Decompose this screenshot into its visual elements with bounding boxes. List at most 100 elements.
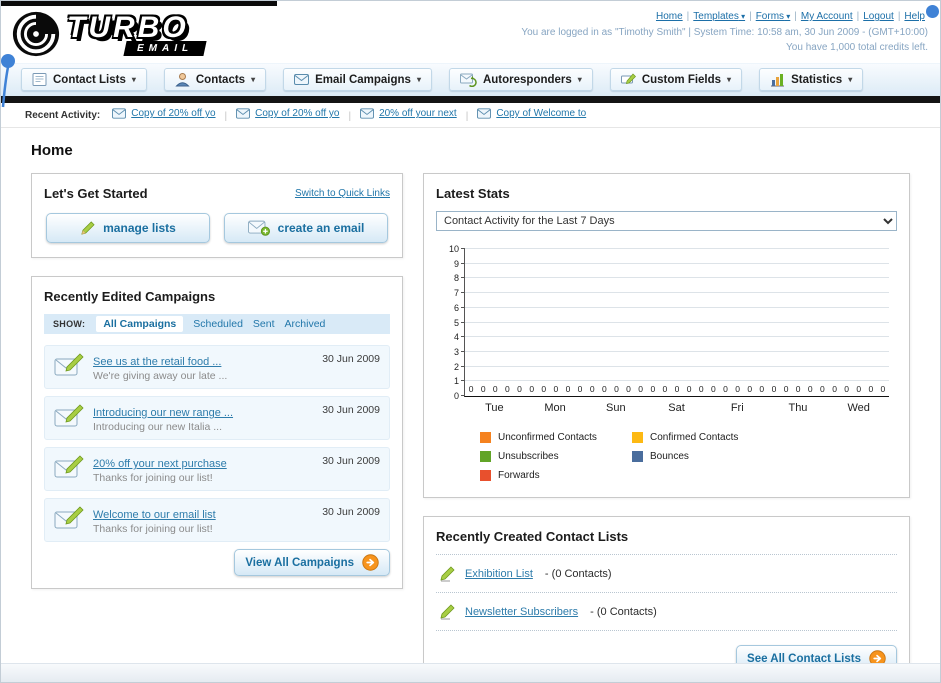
logo-text: TURBO: [67, 10, 189, 44]
login-info: You are logged in as "Timothy Smith" | S…: [521, 26, 928, 38]
campaign-row: 20% off your next purchase Thanks for joi…: [44, 447, 390, 491]
legend-item-bounces: Bounces: [632, 451, 784, 462]
envelope-icon: [477, 108, 492, 119]
chart-plot-area: 0 1 2 3 4 5 6 7 8 9 10 0 0 0 0 00 0 0 0 00 0 0 0 00…: [449, 244, 889, 401]
y-axis-label: 6: [453, 302, 459, 313]
campaign-title-link[interactable]: Welcome to our email list: [93, 509, 216, 521]
y-axis-label: 0: [453, 391, 459, 401]
switch-quick-links-link[interactable]: Switch to Quick Links: [295, 188, 390, 199]
filter-scheduled[interactable]: Scheduled: [193, 318, 243, 330]
envelope-icon: [360, 108, 375, 119]
arrow-circle-icon: [362, 554, 379, 571]
app-logo: TURBO EMAIL: [11, 7, 207, 61]
filter-sent[interactable]: Sent: [253, 318, 275, 330]
page-title: Home: [31, 142, 73, 159]
filter-archived[interactable]: Archived: [285, 318, 326, 330]
campaigns-title: Recently Edited Campaigns: [44, 289, 216, 304]
email-campaigns-icon: [294, 74, 310, 85]
bar-group-values: 0 0 0 0 0: [650, 384, 704, 394]
marker-dot: [926, 5, 939, 18]
y-axis-tick: [461, 336, 465, 338]
y-axis-tick: [461, 395, 465, 396]
view-all-campaigns-button[interactable]: View All Campaigns: [234, 549, 390, 576]
nav-tab-label: Contact Lists: [53, 73, 126, 86]
nav-tab-contact-lists[interactable]: Contact Lists ▾: [21, 68, 147, 91]
filter-all-campaigns[interactable]: All Campaigns: [96, 316, 184, 332]
statistics-icon: [770, 72, 785, 87]
y-axis-tick: [461, 350, 465, 352]
contact-lists-icon: [32, 72, 47, 87]
nav-tab-email-campaigns[interactable]: Email Campaigns ▾: [283, 68, 432, 91]
right-column: Latest Stats Contact Activity for the La…: [423, 173, 910, 682]
nav-tab-statistics[interactable]: Statistics ▾: [759, 68, 864, 91]
bar-group-values: 0 0 0 0 0: [771, 384, 825, 394]
x-axis-label: Tue: [485, 402, 504, 414]
nav-tab-contacts[interactable]: Contacts ▾: [163, 68, 267, 91]
manage-lists-button[interactable]: manage lists: [46, 213, 210, 243]
gridline: [465, 248, 889, 249]
contact-list-link[interactable]: Exhibition List: [465, 568, 533, 580]
gridline: [465, 336, 889, 338]
campaign-filters: All Campaigns Scheduled Sent Archived: [96, 316, 335, 332]
top-link-my-account[interactable]: My Account: [801, 11, 853, 22]
logo-speed-lines: [1, 1, 277, 6]
contact-activity-chart: 0 1 2 3 4 5 6 7 8 9 10 0 0 0 0 00 0 0 0 00 0 0 0 00…: [436, 244, 897, 481]
recent-activity-link[interactable]: Copy of 20% off yo: [131, 108, 215, 119]
y-axis-label: 1: [453, 376, 459, 387]
campaign-title-link[interactable]: See us at the retail food ...: [93, 356, 221, 368]
recent-activity-item[interactable]: 20% off your next: [360, 108, 457, 119]
legend-item-confirmed-contacts: Confirmed Contacts: [632, 432, 784, 443]
top-link-forms[interactable]: Forms ▾: [756, 11, 791, 22]
campaign-title-link[interactable]: 20% off your next purchase: [93, 458, 227, 470]
recent-activity-link[interactable]: Copy of 20% off yo: [255, 108, 339, 119]
recent-activity-bar: Recent Activity: Copy of 20% off yo | Copy…: [1, 103, 940, 128]
latest-stats-panel: Latest Stats Contact Activity for the La…: [423, 173, 910, 498]
campaign-icon: [54, 353, 84, 377]
top-link-templates[interactable]: Templates ▾: [693, 11, 745, 22]
envelope-icon: [112, 108, 127, 119]
y-axis-label: 8: [453, 273, 459, 284]
top-link-help[interactable]: Help: [904, 11, 925, 22]
campaign-row-text: See us at the retail food ... We're givin…: [93, 352, 305, 382]
app-window: TURBO EMAIL Home | Templates ▾ | Forms ▾ | My …: [0, 0, 941, 683]
contact-list-count: - (0 Contacts): [541, 567, 612, 580]
link-separator: |: [794, 11, 797, 22]
recently-edited-campaigns-panel: Recently Edited Campaigns SHOW: All Camp…: [31, 276, 403, 589]
contact-list-link[interactable]: Newsletter Subscribers: [465, 606, 578, 618]
y-axis-label: 7: [453, 288, 459, 299]
separator: |: [224, 111, 228, 122]
pencil-doc-icon: [438, 603, 456, 621]
nav-tab-label: Custom Fields: [641, 73, 722, 86]
campaign-date: 30 Jun 2009: [322, 506, 380, 518]
campaign-title-link[interactable]: Introducing our new range ...: [93, 407, 233, 419]
recent-activity-link[interactable]: 20% off your next: [379, 108, 457, 119]
recent-activity-item[interactable]: Copy of Welcome to: [477, 108, 586, 119]
contact-list-item: Newsletter Subscribers - (0 Contacts): [436, 593, 897, 631]
recent-activity-item[interactable]: Copy of 20% off yo: [236, 108, 339, 119]
get-started-buttons: manage lists create an email: [44, 213, 390, 245]
dashboard-columns: Let's Get Started Switch to Quick Links …: [31, 173, 910, 682]
top-link-home[interactable]: Home: [656, 11, 683, 22]
legend-label: Unsubscribes: [498, 451, 559, 462]
legend-item-unconfirmed-contacts: Unconfirmed Contacts: [480, 432, 632, 443]
y-axis-label: 5: [453, 317, 459, 328]
main-nav: Contact Lists ▾ Contacts ▾ Email Campaigns ▾ A…: [1, 63, 940, 96]
recent-activity-item[interactable]: Copy of 20% off yo: [112, 108, 216, 119]
create-an-email-button[interactable]: create an email: [224, 213, 388, 243]
campaign-list: See us at the retail food ... We're givin…: [44, 345, 390, 542]
campaign-subtitle: Thanks for joining our list!: [93, 523, 213, 535]
logo-subtext: EMAIL: [123, 40, 207, 56]
nav-tab-custom-fields[interactable]: Custom Fields ▾: [609, 68, 743, 91]
nav-tab-label: Autoresponders: [482, 73, 572, 86]
recent-activity-link[interactable]: Copy of Welcome to: [496, 108, 586, 119]
chart-x-axis-labels: Tue Mon Sun Sat Fri Thu Wed: [464, 397, 889, 414]
stats-period-select[interactable]: Contact Activity for the Last 7 Days: [436, 211, 897, 231]
campaign-subtitle: We're giving away our late ...: [93, 370, 228, 382]
top-link-logout[interactable]: Logout: [863, 11, 894, 22]
campaign-row: Welcome to our email list Thanks for join…: [44, 498, 390, 542]
chevron-down-icon: ▾: [577, 75, 582, 84]
nav-tab-autoresponders[interactable]: Autoresponders ▾: [448, 68, 593, 91]
logo-swirl-icon: [11, 9, 61, 59]
bar-group-values: 0 0 0 0 0: [468, 384, 522, 394]
nav-divider-bar: [1, 96, 940, 103]
